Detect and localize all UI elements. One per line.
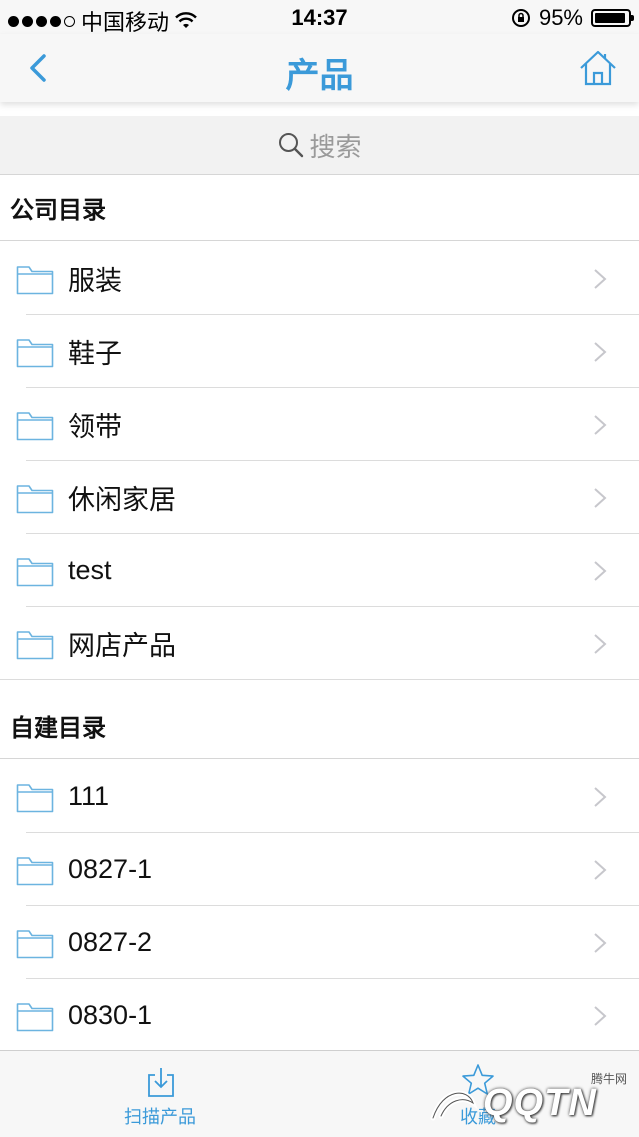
list-item-label: 休闲家居 [68,485,176,515]
watermark-small-text: 腾牛网 [590,1072,627,1086]
folder-icon [16,558,54,587]
section-title: 公司目录 [10,197,106,224]
battery-percent: 95% [538,5,583,30]
chevron-right-icon [594,488,607,508]
folder-icon [16,784,54,813]
folder-icon [16,339,54,368]
back-chevron-icon[interactable] [20,46,60,90]
folder-icon [16,266,54,295]
list-item-label: 0827-2 [68,927,153,957]
search-bar[interactable]: 搜索 [0,116,639,175]
search-icon [279,133,304,158]
list-item[interactable]: 0830-1 [0,979,639,1052]
list-item[interactable]: 服装 [0,242,639,315]
folder-icon [16,485,54,514]
folder-icon [16,857,54,886]
chevron-right-icon [594,342,607,362]
chevron-right-icon [594,634,607,654]
chevron-right-icon [594,561,607,581]
list-item-label: 鞋子 [68,339,122,369]
tab-label: 扫描产品 [124,1107,196,1127]
chevron-right-icon [594,860,607,880]
navigation-bar: 产品 [0,34,639,102]
folder-icon [16,631,54,660]
list-item-label: test [68,555,112,585]
section-title: 自建目录 [10,715,106,742]
list-item[interactable]: 111 [0,760,639,833]
section-header-company: 公司目录 [0,175,639,241]
chevron-right-icon [594,933,607,953]
watermark-text: QQTN [483,1082,597,1124]
chevron-right-icon [594,269,607,289]
list-item[interactable]: test [0,534,639,607]
list-item-label: 服装 [68,266,122,296]
home-icon[interactable] [577,46,619,90]
folder-icon [16,930,54,959]
list-item[interactable]: 网店产品 [0,607,639,680]
rotation-lock-icon [511,9,530,27]
chevron-right-icon [594,787,607,807]
company-catalog-list: 服装 鞋子 领带 休闲家居 test 网店产品 [0,242,639,680]
folder-icon [16,412,54,441]
list-item-label: 0830-1 [68,1000,153,1030]
battery-icon [591,9,634,27]
custom-catalog-list: 111 0827-1 0827-2 0830-1 [0,760,639,1052]
list-item-label: 111 [68,781,110,811]
status-bar: 中国移动 14:37 95% [0,0,639,35]
chevron-right-icon [594,1006,607,1026]
list-item[interactable]: 0827-2 [0,906,639,979]
chevron-right-icon [594,415,607,435]
list-item[interactable]: 0827-1 [0,833,639,906]
tab-scan-products[interactable]: 扫描产品 [80,1051,240,1137]
page-title: 产品 [285,57,354,95]
list-item-label: 领带 [68,412,122,442]
folder-icon [16,1003,54,1032]
list-item-label: 0827-1 [68,854,153,884]
site-watermark: QQTN 腾牛网 [423,1070,633,1130]
status-right: 95% [511,5,634,31]
list-item[interactable]: 鞋子 [0,315,639,388]
list-item-label: 网店产品 [68,631,176,661]
section-header-custom: 自建目录 [0,693,639,759]
search-placeholder: 搜索 [309,131,362,162]
list-item[interactable]: 休闲家居 [0,461,639,534]
download-tray-icon [148,1068,174,1097]
watermark-swirl-icon [430,1090,478,1121]
list-item[interactable]: 领带 [0,388,639,461]
